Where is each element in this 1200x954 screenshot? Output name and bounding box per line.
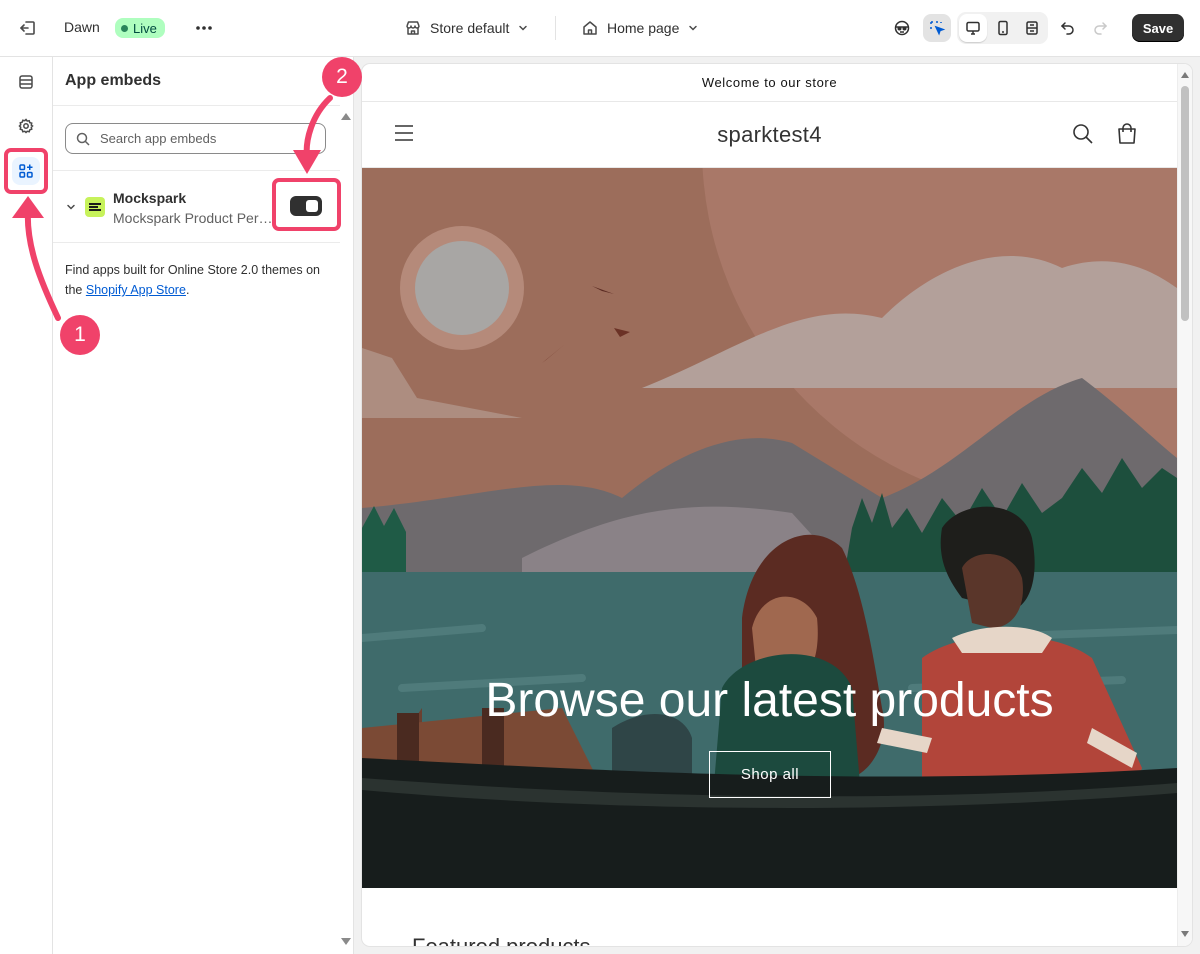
- step-marker-2: 2: [322, 57, 362, 97]
- annotation-arrows: [12, 95, 333, 321]
- step-marker-1: 1: [60, 315, 100, 355]
